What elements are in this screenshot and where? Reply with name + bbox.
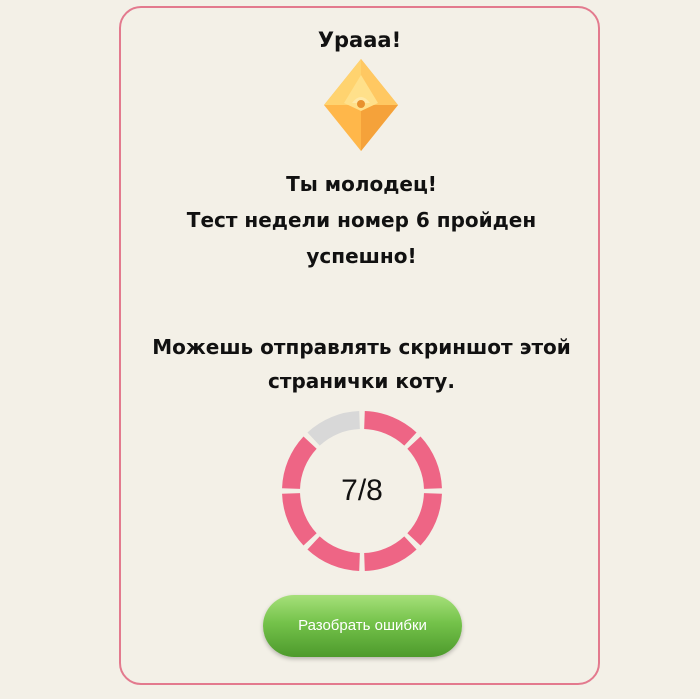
review-mistakes-button[interactable]: Разобрать ошибки [263, 595, 462, 657]
score-text: 7/8 [341, 474, 383, 507]
message-line: Ты молодец! [286, 172, 437, 196]
message-line: Тест недели номер 6 пройден [186, 208, 537, 232]
gem-icon [324, 59, 398, 151]
result-title: Урааа! [317, 28, 402, 52]
success-message: Ты молодец! Тест недели номер 6 пройден … [151, 166, 572, 274]
screenshot-hint: Можешь отправлять скриншот этой страничк… [141, 330, 582, 398]
hint-line: Можешь отправлять скриншот этой [152, 335, 571, 359]
result-card: Урааа! Ты молодец! Тест недели номер 6 п… [119, 6, 600, 685]
hint-line: странички коту. [268, 369, 455, 393]
message-line: успешно! [306, 244, 417, 268]
